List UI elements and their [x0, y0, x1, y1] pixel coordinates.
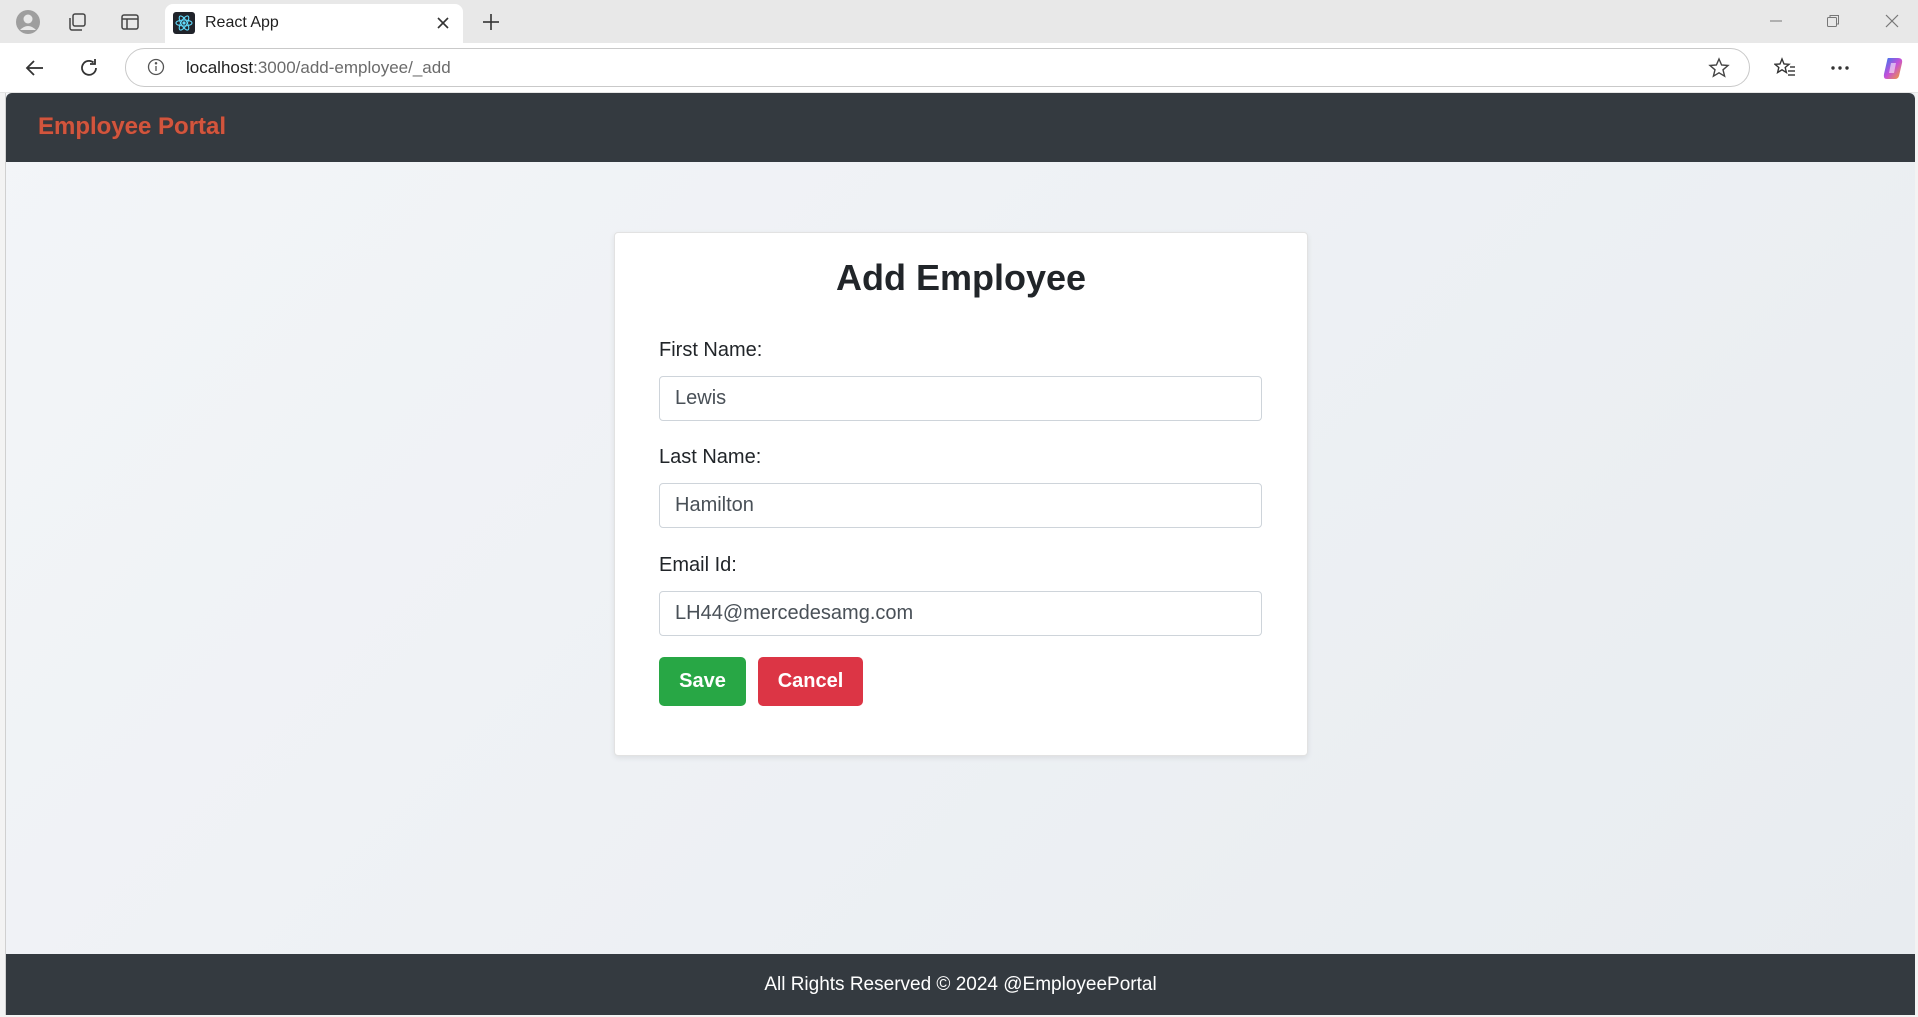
first-name-label: First Name:	[659, 339, 763, 361]
page-title: Add Employee	[835, 257, 1087, 298]
back-arrow-icon[interactable]	[20, 53, 50, 83]
footer: All Rights Reserved © 2024 @EmployeePort…	[6, 954, 1915, 1015]
brand-title[interactable]: Employee Portal	[38, 113, 226, 141]
add-employee-card: Add Employee First Name: Last Name: Emai…	[614, 232, 1308, 756]
close-tab-icon[interactable]	[433, 13, 453, 33]
browser-tab-bar: React App	[0, 0, 1918, 43]
refresh-icon[interactable]	[74, 53, 104, 83]
address-bar[interactable]: localhost:3000/add-employee/_add	[125, 48, 1750, 87]
close-window-icon[interactable]	[1877, 8, 1907, 34]
restore-icon[interactable]	[1818, 8, 1848, 34]
url-host: localhost	[186, 58, 254, 77]
profile-icon[interactable]	[14, 8, 42, 36]
copilot-icon[interactable]	[1878, 53, 1908, 83]
url-text[interactable]: localhost:3000/add-employee/_add	[186, 58, 451, 78]
site-info-icon[interactable]	[146, 57, 166, 77]
app-viewport: Employee Portal Add Employee First Name:…	[5, 93, 1915, 1015]
email-input[interactable]	[659, 591, 1262, 636]
minimize-icon[interactable]	[1761, 8, 1791, 34]
email-label: Email Id:	[659, 554, 737, 576]
navbar: Employee Portal	[6, 93, 1915, 162]
url-path: :3000/add-employee/_add	[253, 58, 451, 77]
save-button[interactable]: Save	[659, 657, 746, 706]
tab-actions-icon[interactable]	[116, 8, 144, 36]
footer-text: All Rights Reserved © 2024 @EmployeePort…	[764, 974, 1157, 995]
more-options-icon[interactable]	[1825, 53, 1855, 83]
browser-tab-active[interactable]: React App	[165, 4, 463, 43]
workspaces-icon[interactable]	[63, 8, 91, 36]
cancel-button[interactable]: Cancel	[758, 657, 863, 706]
first-name-input[interactable]	[659, 376, 1262, 421]
favorites-icon[interactable]	[1770, 53, 1800, 83]
last-name-input[interactable]	[659, 483, 1262, 528]
browser-toolbar: localhost:3000/add-employee/_add	[0, 43, 1918, 93]
new-tab-icon[interactable]	[477, 8, 505, 36]
react-icon	[173, 12, 195, 34]
tab-title: React App	[205, 14, 279, 31]
favorite-star-icon[interactable]	[1707, 56, 1731, 80]
last-name-label: Last Name:	[659, 446, 762, 468]
